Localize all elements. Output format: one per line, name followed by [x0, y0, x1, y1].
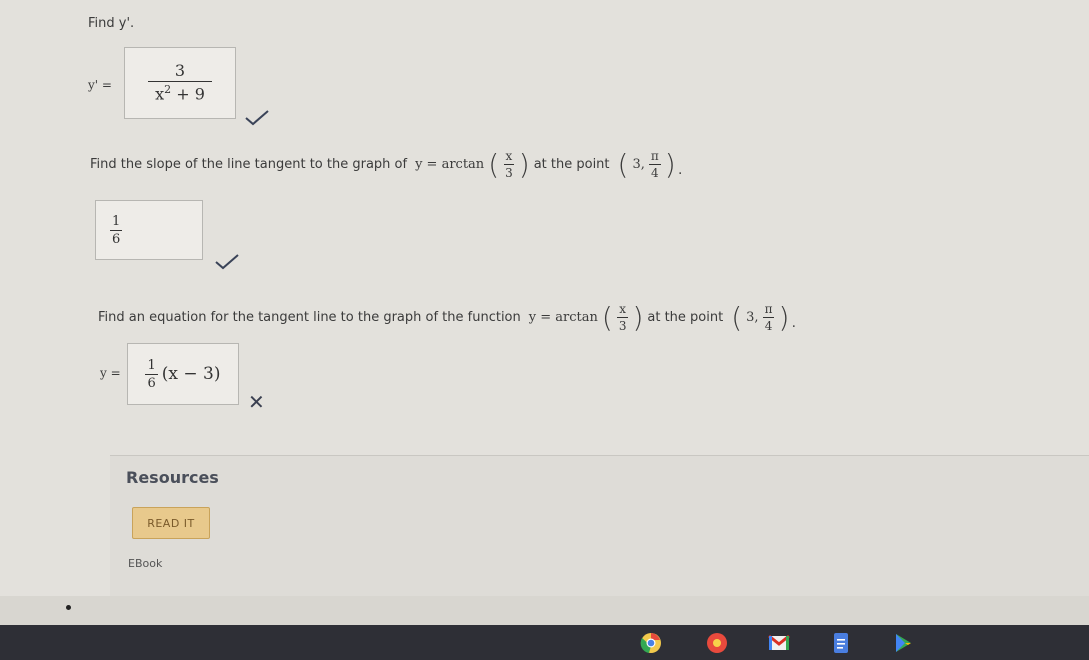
- gmail-icon[interactable]: [768, 632, 790, 654]
- q2-answer-fraction: 1 6: [110, 213, 123, 247]
- q3-prompt: Find an equation for the tangent line to…: [98, 300, 799, 334]
- q1-correct-check-icon: [245, 110, 269, 126]
- q2-func-fraction: x 3: [503, 149, 515, 180]
- q2-answer-field[interactable]: 1 6: [95, 200, 203, 260]
- q3-answer-field[interactable]: 1 6 (x − 3): [127, 343, 239, 405]
- q2-correct-check-icon: [215, 254, 239, 270]
- q2-prompt: Find the slope of the line tangent to th…: [90, 147, 685, 181]
- q3-answer-fraction: 1 6: [145, 357, 158, 391]
- chrome-icon[interactable]: [640, 632, 662, 654]
- page-bottom: [0, 596, 1089, 625]
- q2-point-fraction: π 4: [648, 149, 661, 180]
- q1-answer-fraction: 3 x2 + 9: [148, 63, 212, 102]
- resources-panel: [110, 455, 1089, 596]
- read-it-button[interactable]: READ IT: [132, 507, 210, 539]
- bullet-dot: [66, 605, 71, 610]
- q3-incorrect-x-icon: ✕: [248, 390, 265, 414]
- q3-point-fraction: π 4: [762, 302, 775, 333]
- ebook-link[interactable]: EBook: [128, 557, 162, 570]
- q1-answer-field[interactable]: 3 x2 + 9: [124, 47, 236, 119]
- play-icon[interactable]: [892, 632, 914, 654]
- q1-prompt: Find y'.: [88, 16, 135, 31]
- docs-icon[interactable]: [830, 632, 852, 654]
- resources-title: Resources: [126, 468, 219, 487]
- taskbar: [0, 625, 1089, 660]
- q1-label: y' =: [88, 78, 112, 92]
- q3-func-fraction: x 3: [617, 302, 629, 333]
- q3-label: y =: [100, 366, 121, 380]
- app-icon[interactable]: [706, 632, 728, 654]
